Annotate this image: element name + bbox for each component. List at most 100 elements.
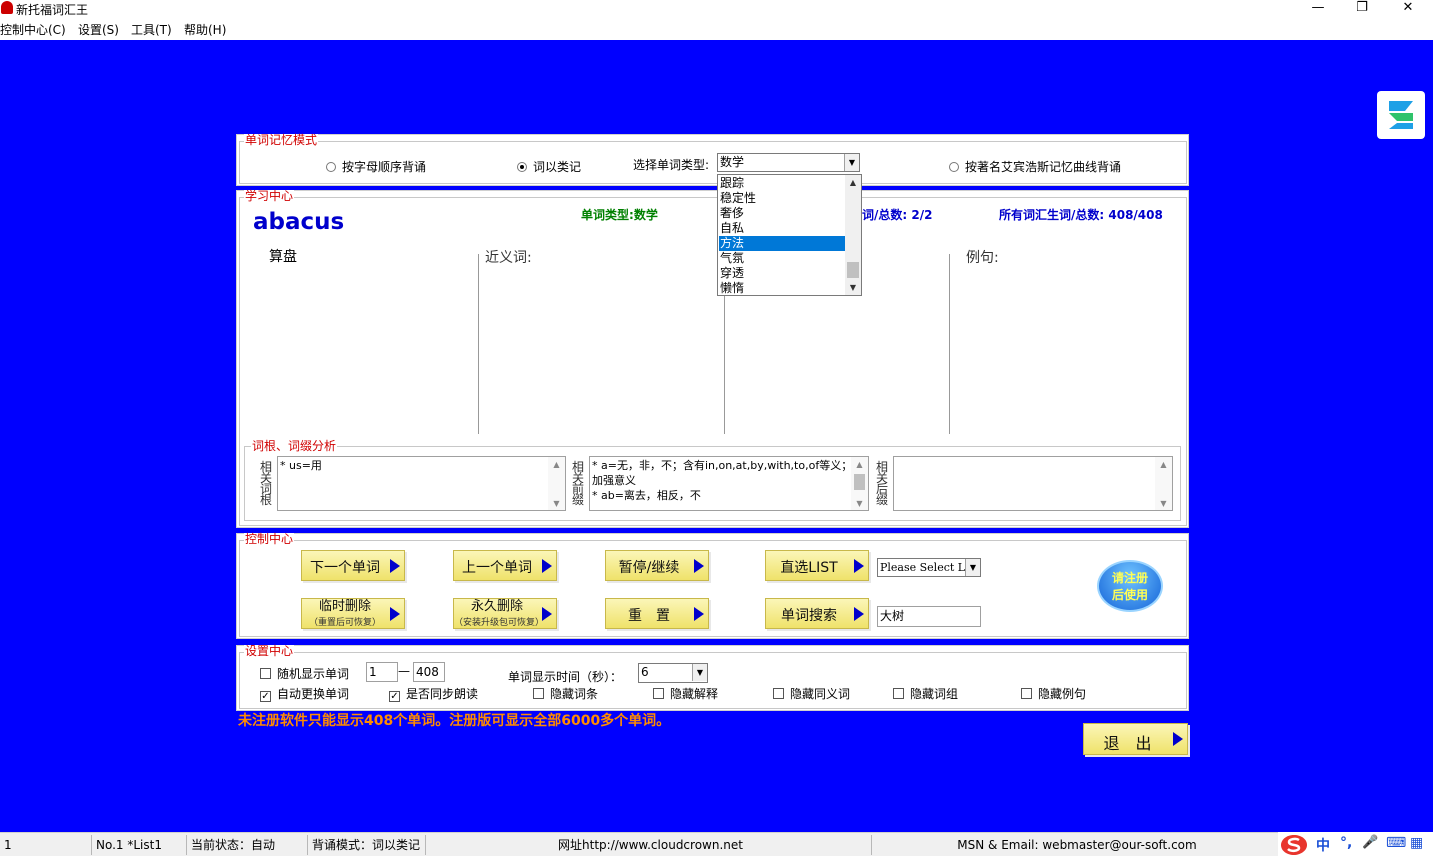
chevron-down-icon[interactable]: ▼ (965, 559, 980, 576)
status-list: No.1 *List1 (92, 835, 187, 855)
hide-example-checkbox[interactable]: 隐藏例句 (1021, 687, 1086, 701)
dropdown-option[interactable]: 懒惰 (719, 281, 845, 296)
dropdown-option[interactable]: 自私 (719, 221, 845, 236)
radio-alpha-order[interactable]: 按字母顺序背诵 (326, 160, 426, 174)
count-stat-value: 2/2 (911, 208, 933, 222)
scroll-down-icon[interactable]: ▼ (1155, 496, 1172, 510)
word-type-dropdown[interactable]: 跟踪 稳定性 奢侈 自私 方法 气氛 穿透 懒惰 ▲ ▼ (717, 174, 862, 296)
word-type-stat-label: 单词类型: (581, 208, 634, 222)
root-text: * us=用 (280, 459, 322, 472)
prev-word-label: 上一个单词 (462, 560, 532, 576)
hide-explain-checkbox[interactable]: 隐藏解释 (653, 687, 718, 701)
menu-tools[interactable]: 工具(T) (131, 21, 172, 38)
radio-ebbinghaus-label: 按著名艾宾浩斯记忆曲线背诵 (965, 160, 1122, 174)
word-search-button[interactable]: 单词搜索 (765, 598, 869, 629)
keyboard-icon[interactable]: ⌨ (1386, 835, 1406, 851)
auto-change-checkbox[interactable]: ✓ 自动更换单词 (260, 687, 349, 702)
next-word-button[interactable]: 下一个单词 (301, 550, 405, 581)
control-center-legend: 控制中心 (244, 532, 295, 546)
word-type-select[interactable]: 数学 ▼ (717, 153, 860, 172)
dropdown-option[interactable]: 气氛 (719, 251, 845, 266)
sync-read-label: 是否同步朗读 (406, 687, 479, 701)
play-arrow-icon (694, 559, 704, 573)
display-time-select[interactable]: 6 ▼ (638, 663, 708, 683)
status-email: MSN & Email: webmaster@our-soft.com (957, 838, 1197, 852)
scroll-up-icon[interactable]: ▲ (851, 457, 868, 471)
checkbox-box (260, 668, 271, 679)
play-arrow-icon (1173, 732, 1183, 746)
range-to-input[interactable]: 408 (413, 662, 445, 682)
root-scrollbar[interactable]: ▲ ▼ (548, 457, 565, 510)
count-stat-label: 词/总数: (862, 208, 908, 222)
restore-button[interactable]: ❐ (1339, 0, 1385, 16)
scroll-down-icon[interactable]: ▼ (548, 496, 565, 510)
list-select[interactable]: Please Select List ▼ (877, 558, 981, 577)
scroll-thumb[interactable] (847, 262, 859, 278)
perm-delete-sublabel: （安装升级包可恢复） (454, 618, 545, 628)
checkbox-box (1021, 688, 1032, 699)
grid-icon[interactable]: ▦ (1410, 835, 1423, 851)
menu-control[interactable]: 控制中心(C) (0, 21, 66, 38)
microphone-icon[interactable]: 🎤 (1362, 835, 1378, 850)
prefix-memo[interactable]: * a=无，非，不；含有in,on,at,by,with,to,of等义； 加强… (589, 456, 869, 511)
pause-continue-button[interactable]: 暂停/继续 (605, 550, 709, 581)
scroll-down-icon[interactable]: ▼ (845, 280, 861, 295)
play-arrow-icon (542, 607, 552, 621)
side-app-icon[interactable] (1377, 91, 1425, 139)
suffix-scrollbar[interactable]: ▲ ▼ (1155, 457, 1172, 510)
range-from-input[interactable]: 1 (366, 662, 398, 682)
play-arrow-icon (694, 607, 704, 621)
scroll-thumb[interactable] (854, 474, 865, 490)
prev-word-button[interactable]: 上一个单词 (453, 550, 557, 581)
direct-list-button[interactable]: 直选LIST (765, 550, 869, 581)
dropdown-option[interactable]: 稳定性 (719, 191, 845, 206)
dropdown-option[interactable]: 奢侈 (719, 206, 845, 221)
random-word-label: 随机显示单词 (277, 667, 350, 681)
random-word-checkbox[interactable]: 随机显示单词 (260, 667, 349, 681)
radio-dot-checked (517, 162, 527, 172)
checkbox-box (893, 688, 904, 699)
register-button[interactable]: 请注册 后使用 (1097, 560, 1163, 612)
chevron-down-icon[interactable]: ▼ (692, 664, 707, 681)
dropdown-scrollbar[interactable]: ▲ ▼ (845, 175, 861, 295)
scroll-down-icon[interactable]: ▼ (851, 496, 868, 510)
hide-phrase-checkbox[interactable]: 隐藏词组 (893, 687, 958, 701)
dropdown-option[interactable]: 穿透 (719, 266, 845, 281)
reset-label: 重 置 (628, 608, 670, 624)
perm-delete-button[interactable]: 永久删除 （安装升级包可恢复） (453, 598, 557, 629)
hide-phrase-label: 隐藏词组 (910, 687, 959, 701)
reset-button[interactable]: 重 置 (605, 598, 709, 629)
scroll-up-icon[interactable]: ▲ (548, 457, 565, 471)
menu-settings[interactable]: 设置(S) (78, 21, 119, 38)
radio-ebbinghaus[interactable]: 按著名艾宾浩斯记忆曲线背诵 (949, 160, 1121, 174)
radio-dot (326, 162, 336, 172)
word-type-value: 数学 (720, 155, 745, 169)
word-meaning: 算盘 (269, 249, 297, 265)
dropdown-option[interactable]: 跟踪 (719, 176, 845, 191)
ime-chinese-icon[interactable]: 中 (1316, 835, 1330, 855)
hide-entry-checkbox[interactable]: 隐藏词条 (533, 687, 598, 701)
radio-category-label: 词以类记 (533, 160, 582, 174)
play-arrow-icon (390, 607, 400, 621)
sync-read-checkbox[interactable]: ✓ 是否同步朗读 (389, 687, 478, 702)
suffix-memo[interactable]: ▲ ▼ (893, 456, 1173, 511)
temp-delete-button[interactable]: 临时删除 （重置后可恢复） (301, 598, 405, 629)
hide-synonym-checkbox[interactable]: 隐藏同义词 (773, 687, 850, 701)
menu-help[interactable]: 帮助(H) (184, 21, 226, 38)
sogou-logo-icon[interactable] (1280, 834, 1308, 856)
column-divider (949, 254, 950, 434)
prefix-text-line: * ab=离去，相反，不 (592, 489, 701, 502)
ime-punct-icon[interactable]: °, (1340, 835, 1352, 851)
dropdown-option-selected[interactable]: 方法 (719, 236, 845, 251)
chevron-down-icon[interactable]: ▼ (844, 154, 859, 171)
exit-button[interactable]: 退 出 (1083, 723, 1188, 755)
prefix-scrollbar[interactable]: ▲ ▼ (851, 457, 868, 510)
root-memo[interactable]: * us=用 ▲ ▼ (277, 456, 566, 511)
close-button[interactable]: ✕ (1385, 0, 1431, 16)
radio-category[interactable]: 词以类记 (517, 160, 581, 174)
minimize-button[interactable]: — (1295, 0, 1341, 16)
scroll-up-icon[interactable]: ▲ (1155, 457, 1172, 471)
scroll-up-icon[interactable]: ▲ (845, 175, 861, 190)
search-input[interactable]: 大树 (877, 606, 981, 627)
radio-dot (949, 162, 959, 172)
